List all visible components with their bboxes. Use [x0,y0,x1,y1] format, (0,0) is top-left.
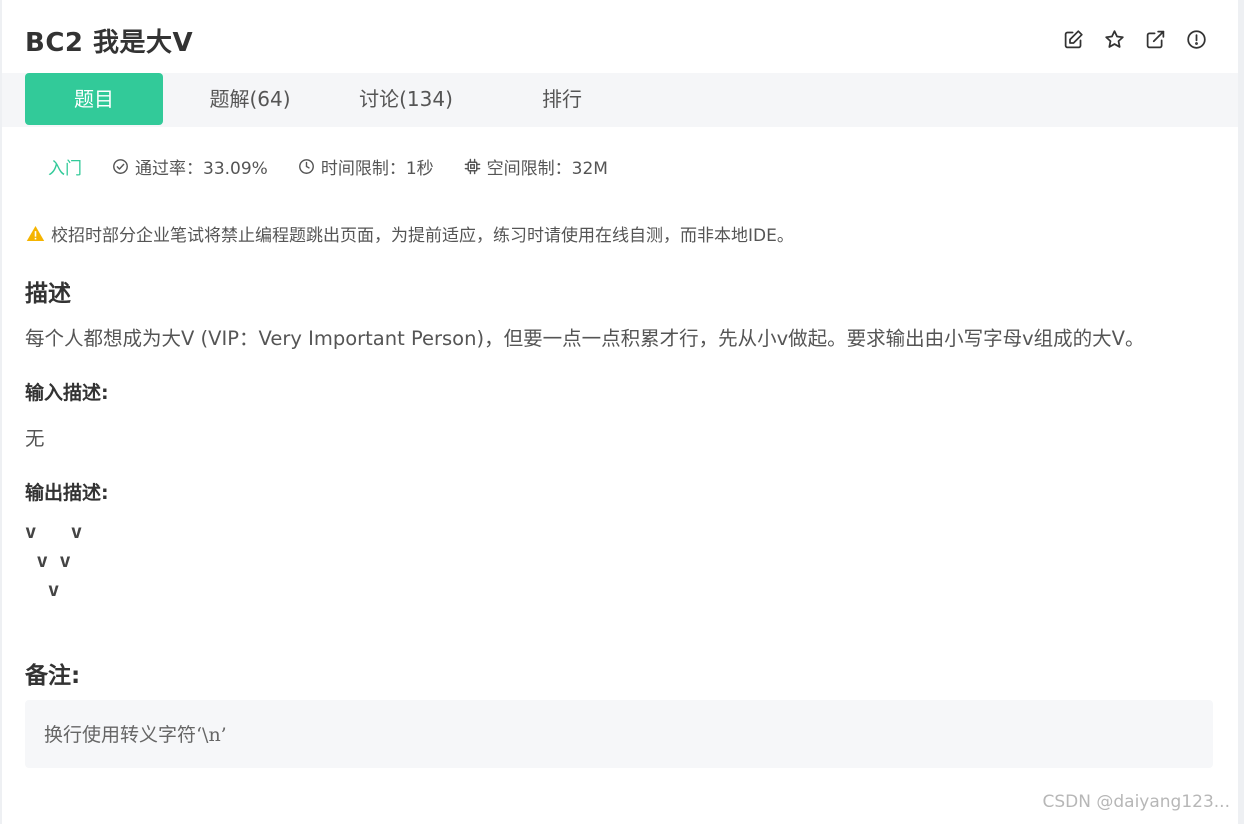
warning-icon [26,225,45,242]
clock-icon [298,159,314,174]
memory-limit-text: 空间限制：32M [486,159,608,179]
edit-icon [1064,29,1083,48]
tab-ranking[interactable]: 排行 [494,73,630,125]
open-external-button[interactable] [1144,28,1166,50]
pass-rate: 通过率：33.09% [112,154,268,179]
check-circle-icon [113,159,128,174]
star-icon [1104,29,1124,48]
report-icon [1186,29,1206,49]
problem-meta: 入门 通过率：33.09% 时间限制：1秒 空间限制：32M [48,154,638,179]
time-limit-text: 时间限制：1秒 [320,159,434,179]
memory-limit: 空间限制：32M [464,154,608,179]
tab-problem[interactable]: 题目 [25,73,163,125]
description-text: 每个人都想成为大V (VIP：Very Important Person)，但要… [25,327,1145,350]
pass-rate-text: 通过率：33.09% [135,159,268,179]
tab-bar: 题目 题解(64) 讨论(134) 排行 [2,73,1238,127]
input-description-heading: 输入描述: [25,382,109,404]
right-scroll-gutter [1238,0,1244,824]
output-line: v v [25,550,71,572]
favorite-button[interactable] [1103,28,1125,50]
page-title: BC2 我是大V [25,28,194,58]
description-heading: 描述 [25,281,71,307]
remark-box: 换行使用转义字符‘\n’ [25,700,1213,768]
input-description-text: 无 [25,427,45,450]
chip-icon [464,158,480,175]
output-sample: v v v v v [25,518,82,605]
remark-text: 换行使用转义字符‘\n’ [44,724,227,746]
exam-notice: 校招时部分企业笔试将禁止编程题跳出页面，为提前适应，练习时请使用在线自测，而非本… [26,221,794,246]
notice-text: 校招时部分企业笔试将禁止编程题跳出页面，为提前适应，练习时请使用在线自测，而非本… [51,226,794,246]
header-actions [1062,28,1207,50]
title-bar: BC2 我是大V [2,0,1238,73]
report-button[interactable] [1185,28,1207,50]
difficulty-badge: 入门 [48,159,82,179]
output-line: v v [25,521,83,543]
tab-discussion[interactable]: 讨论(134) [338,73,474,125]
output-description-heading: 输出描述: [25,482,109,504]
external-link-icon [1146,30,1164,48]
time-limit: 时间限制：1秒 [298,154,434,179]
watermark: CSDN @daiyang123... [1042,792,1230,812]
tab-solutions[interactable]: 题解(64) [182,73,318,125]
remark-heading: 备注: [25,663,81,689]
output-line: v [25,579,60,601]
edit-button[interactable] [1062,28,1084,50]
